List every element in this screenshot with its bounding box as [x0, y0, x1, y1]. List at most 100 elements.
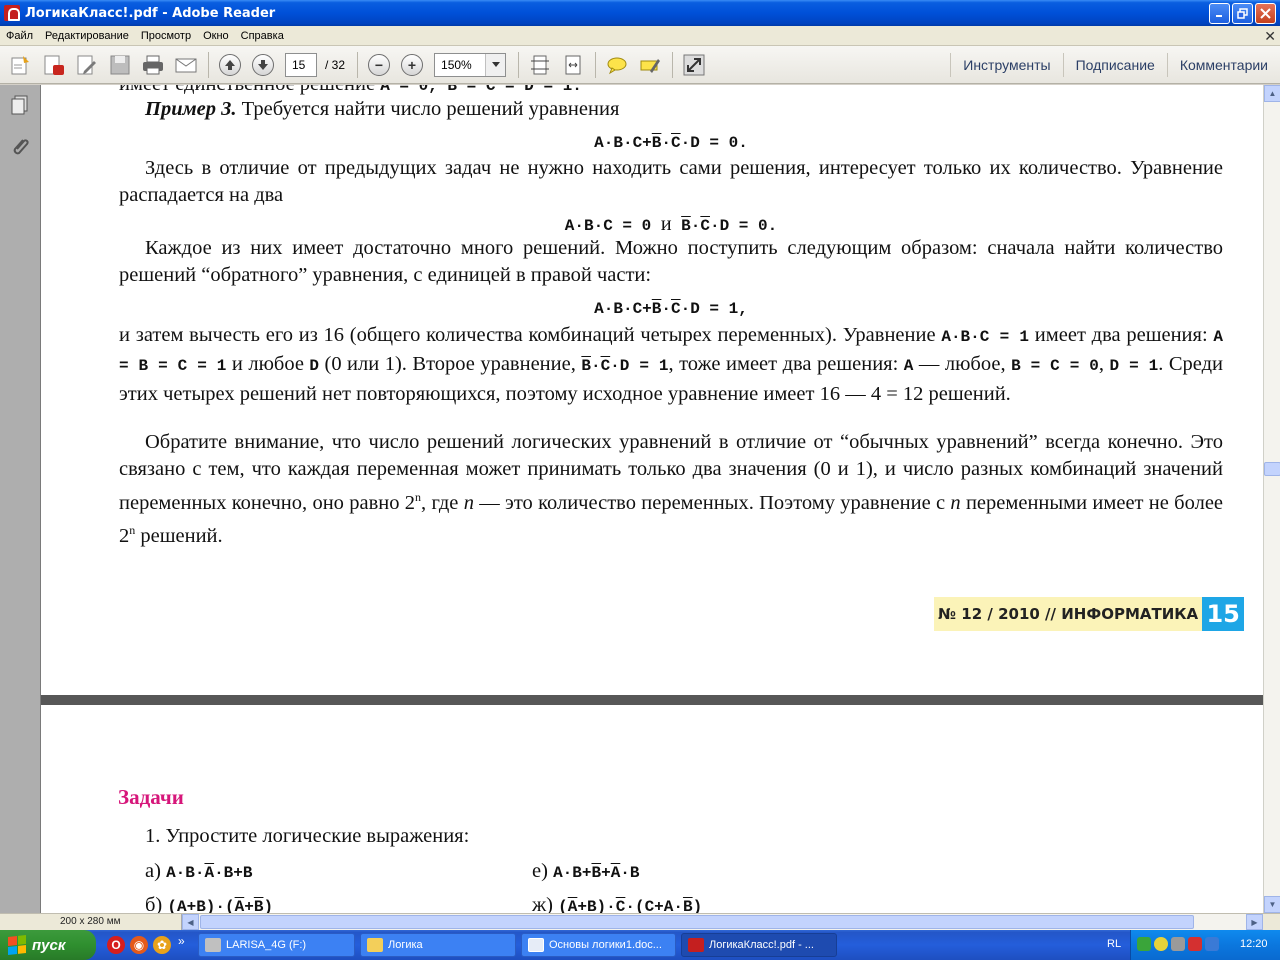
equation: A·B·C+B·C·D = 1,	[594, 300, 748, 318]
expression-zh: ж) (A+B)·C·(C+A·B)	[532, 894, 703, 913]
save-icon	[110, 55, 130, 74]
windows-logo-icon	[8, 935, 26, 955]
quicklaunch-icon[interactable]: ✿	[153, 936, 171, 954]
zoom-value: 150%	[441, 57, 472, 72]
opera-icon[interactable]: O	[107, 936, 125, 954]
attachments-icon[interactable]	[8, 135, 32, 159]
tray-app-icon[interactable]	[1205, 937, 1219, 951]
start-button[interactable]: пуск	[0, 930, 96, 960]
menu-file[interactable]: Файл	[0, 30, 39, 42]
zoom-out-button[interactable]: −	[366, 52, 392, 78]
scroll-left-button[interactable]: ◀	[182, 914, 199, 930]
section-heading: Задачи	[118, 785, 184, 809]
scroll-thumb[interactable]	[1264, 462, 1280, 476]
save-button[interactable]	[107, 52, 133, 78]
minimize-icon	[1216, 15, 1222, 17]
page-total: / 32	[325, 57, 346, 72]
taskbar-item-explorer-drive[interactable]: LARISA_4G (F:)	[198, 933, 355, 957]
scroll-thumb[interactable]	[200, 915, 1194, 929]
document-close-icon[interactable]: ✕	[1264, 28, 1276, 45]
close-button[interactable]	[1255, 3, 1276, 24]
toolbar-separator	[518, 51, 520, 78]
tab-comment[interactable]: Комментарии	[1166, 53, 1280, 77]
toolbar-separator	[672, 51, 674, 78]
menu-help[interactable]: Справка	[235, 30, 290, 42]
chevron-down-icon[interactable]	[485, 53, 506, 76]
journal-label: № 12 / 2010 // ИНФОРМАТИКА	[934, 597, 1203, 631]
toolbar-separator	[208, 51, 209, 78]
folder-icon	[367, 938, 383, 952]
taskbar: пуск O ◉ ✿ » LARISA_4G (F:) Логика Основ…	[0, 930, 1280, 960]
vertical-scrollbar[interactable]: ▲ ▼	[1263, 85, 1280, 913]
edit-icon	[77, 55, 96, 74]
taskbar-item-adobe-reader[interactable]: ЛогикаКласс!.pdf - ...	[681, 933, 837, 957]
menu-edit[interactable]: Редактирование	[39, 30, 135, 42]
scroll-down-button[interactable]: ▼	[1264, 896, 1280, 913]
document-view[interactable]: имеет единственное решение A = 0, B = C …	[41, 85, 1263, 913]
scroll-right-button[interactable]: ▶	[1246, 914, 1263, 930]
pdf-page: Задачи 1. Упростите логические выражения…	[41, 705, 1263, 913]
toolbar: 15 / 32 − + 150% Инструменты Подписание …	[0, 46, 1280, 84]
language-indicator[interactable]: RL	[1107, 938, 1121, 950]
quicklaunch-icon[interactable]: ◉	[130, 936, 148, 954]
taskbar-item-word[interactable]: Основы логики1.doc...	[521, 933, 676, 957]
taskbar-item-folder[interactable]: Логика	[360, 933, 516, 957]
title-bar[interactable]: ЛогикаКласс!.pdf - Adobe Reader	[0, 0, 1280, 26]
journal-footer: № 12 / 2010 // ИНФОРМАТИКА 15	[934, 597, 1245, 631]
menu-view[interactable]: Просмотр	[135, 30, 197, 42]
scroll-up-button[interactable]: ▲	[1264, 85, 1280, 102]
expression-b: б) (A+B)·(A+B)	[145, 894, 274, 913]
paragraph: и затем вычесть его из 16 (общего количе…	[119, 324, 1224, 405]
close-icon	[1260, 8, 1271, 19]
speech-bubble-icon	[607, 57, 627, 74]
equation: A·B·C+B·C·D = 0.	[594, 134, 748, 152]
page-number-input[interactable]: 15	[285, 52, 317, 77]
security-icon[interactable]	[1154, 937, 1168, 951]
restore-button[interactable]	[1232, 3, 1253, 24]
horizontal-scrollbar[interactable]: ◀ ▶	[182, 914, 1263, 930]
adobe-reader-icon	[688, 938, 704, 952]
status-bar: 200 x 280 мм ◀ ▶	[0, 913, 1280, 930]
menu-window[interactable]: Окно	[197, 30, 235, 42]
create-pdf-button[interactable]	[41, 52, 67, 78]
task-text: 1. Упростите логические выражения:	[145, 825, 470, 847]
network-icon[interactable]	[1137, 937, 1151, 951]
antivirus-icon[interactable]	[1188, 937, 1202, 951]
expand-icon	[683, 54, 705, 75]
start-label: пуск	[32, 936, 66, 954]
fit-width-icon	[565, 55, 581, 74]
menu-bar: Файл Редактирование Просмотр Окно Справк…	[0, 26, 1280, 46]
fit-width-button[interactable]	[560, 52, 586, 78]
word-document-icon	[528, 938, 544, 952]
zoom-select[interactable]: 150%	[434, 52, 507, 77]
clock[interactable]: 12:20	[1240, 938, 1268, 950]
window-title: ЛогикаКласс!.pdf - Adobe Reader	[25, 5, 276, 21]
settings-icon[interactable]	[1171, 937, 1185, 951]
minus-icon: −	[368, 53, 391, 76]
next-page-button[interactable]	[250, 52, 276, 78]
fit-page-button[interactable]	[527, 52, 553, 78]
toolbar-separator	[595, 51, 597, 78]
paragraph: Каждое из них имеет достаточно много реш…	[119, 237, 1223, 286]
right-panel-tabs: Инструменты Подписание Комментарии	[950, 46, 1280, 84]
paragraph: Здесь в отличие от предыдущих задач не н…	[119, 157, 1223, 206]
open-button[interactable]	[8, 52, 34, 78]
tab-sign[interactable]: Подписание	[1062, 53, 1167, 77]
comment-button[interactable]	[604, 52, 630, 78]
edit-button[interactable]	[74, 52, 100, 78]
minimize-button[interactable]	[1209, 3, 1230, 24]
tab-tools[interactable]: Инструменты	[950, 53, 1062, 77]
zoom-in-button[interactable]: +	[399, 52, 425, 78]
full-screen-button[interactable]	[681, 52, 707, 78]
page-thumbnails-icon[interactable]	[8, 93, 32, 117]
create-pdf-icon	[44, 55, 64, 75]
email-button[interactable]	[173, 52, 199, 78]
highlight-button[interactable]	[637, 52, 663, 78]
previous-page-button[interactable]	[217, 52, 243, 78]
quicklaunch-more-icon[interactable]: »	[178, 934, 185, 948]
print-button[interactable]	[140, 52, 166, 78]
journal-page-number: 15	[1202, 597, 1245, 631]
email-icon	[175, 58, 197, 72]
arrow-up-icon	[219, 53, 241, 76]
navigation-pane	[0, 85, 41, 930]
